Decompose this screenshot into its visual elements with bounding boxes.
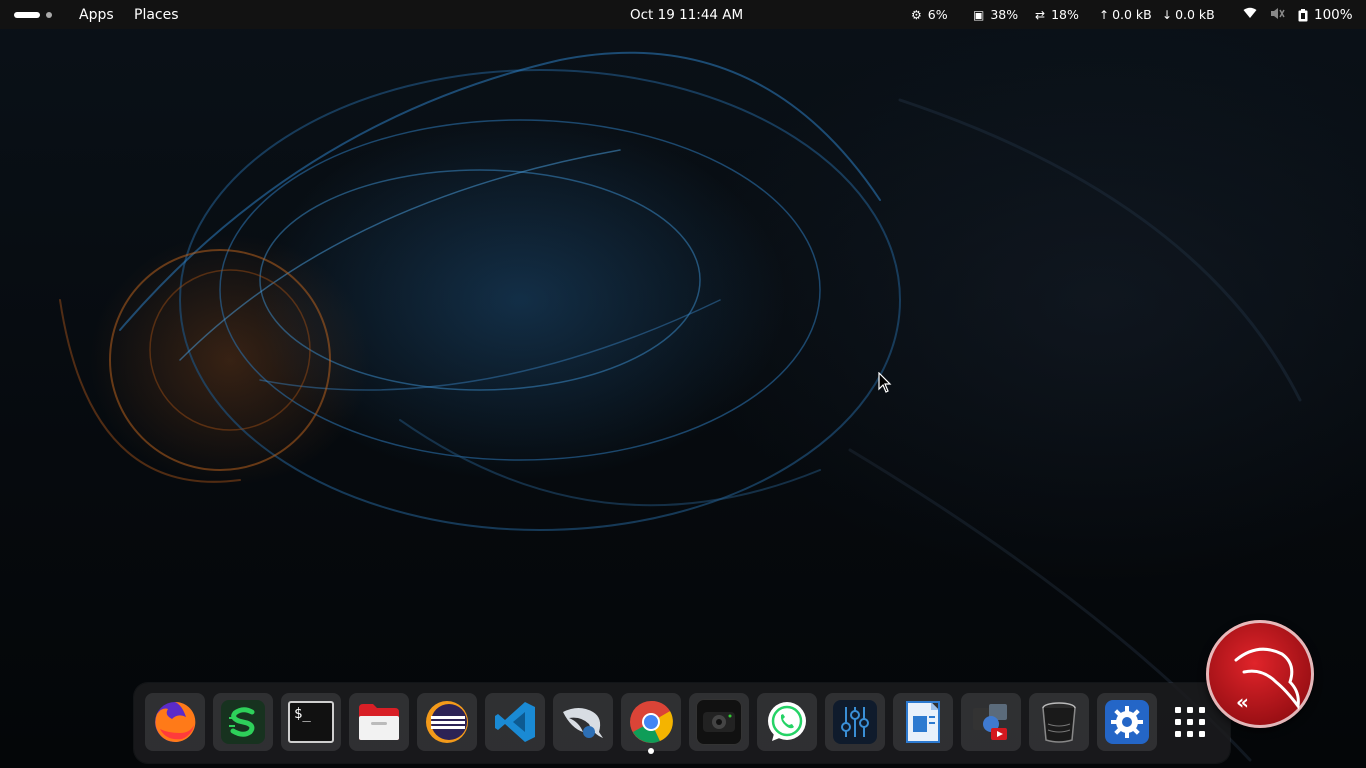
dock-item-vscode[interactable] (485, 693, 545, 751)
dock-item-firefox[interactable] (145, 693, 205, 751)
top-panel: Apps Places Oct 19 11:44 AM ⚙ 6% ▣ 38% ⇄… (0, 0, 1366, 29)
volume-indicator[interactable] (1270, 7, 1285, 20)
kali-dragon-icon (563, 708, 603, 738)
upload-arrow-icon: ↑ (1099, 7, 1110, 22)
vscode-icon (495, 702, 535, 742)
battery-indicator[interactable]: 100% (1298, 7, 1353, 23)
sliders-icon (833, 700, 877, 744)
battery-value: 100% (1314, 7, 1353, 23)
download-indicator[interactable]: ↓ 0.0 kB (1162, 7, 1215, 22)
dock-item-chrome[interactable] (621, 693, 681, 751)
battery-icon (1298, 8, 1308, 21)
wifi-indicator[interactable] (1243, 7, 1257, 19)
running-indicator-dot (648, 748, 654, 754)
volume-muted-icon (1271, 8, 1285, 19)
camera-icon (696, 699, 742, 745)
eclipse-icon (426, 701, 468, 743)
dock-item-writer[interactable] (893, 693, 953, 751)
trash-icon (1042, 702, 1076, 743)
apps-menu[interactable]: Apps (79, 7, 114, 23)
date-time-clock[interactable]: Oct 19 11:44 AM (630, 7, 743, 23)
dock-item-tweaks[interactable] (825, 693, 885, 751)
wifi-icon (1243, 7, 1257, 18)
collapse-chevron-icon: « (1236, 690, 1249, 714)
whatsapp-icon (768, 702, 806, 741)
swap-indicator[interactable]: ⇄ 18% (1035, 7, 1079, 22)
mouse-cursor-icon (878, 372, 892, 393)
memory-indicator[interactable]: ▣ 38% (973, 7, 1018, 22)
memory-icon: ▣ (973, 7, 985, 22)
cpu-indicator[interactable]: ⚙ 6% (911, 7, 948, 22)
kali-dragon-icon (1234, 647, 1300, 710)
dock-item-whatsapp[interactable] (757, 693, 817, 751)
dock-item-media-apps[interactable] (961, 693, 1021, 751)
places-menu[interactable]: Places (134, 7, 179, 23)
dock-item-files[interactable] (349, 693, 409, 751)
desktop-wallpaper (0, 0, 1366, 768)
kali-menu-badge[interactable]: « (1206, 620, 1314, 728)
dock-item-green-s-app[interactable] (213, 693, 273, 751)
document-writer-icon (906, 701, 940, 743)
terminal-icon: $_ (288, 701, 334, 743)
gear-icon (1105, 700, 1149, 744)
workspace-pill-active (14, 12, 40, 18)
swap-icon: ⇄ (1035, 7, 1046, 22)
chrome-icon (630, 700, 673, 743)
media-apps-icon (973, 704, 1007, 740)
download-arrow-icon: ↓ (1162, 7, 1173, 22)
dock-item-trash[interactable] (1029, 693, 1089, 751)
memory-value: 38% (990, 7, 1019, 22)
dock-item-camera[interactable] (689, 693, 749, 751)
green-s-app-icon (221, 700, 265, 744)
firefox-icon (155, 701, 196, 742)
download-value: 0.0 kB (1175, 7, 1215, 22)
upload-indicator[interactable]: ↑ 0.0 kB (1099, 7, 1152, 22)
dock-item-terminal[interactable]: $_ (281, 693, 341, 751)
app-grid-icon (1175, 707, 1205, 737)
file-manager-icon (359, 704, 399, 740)
dock-item-eclipse[interactable] (417, 693, 477, 751)
activities-indicator[interactable] (14, 10, 54, 20)
swap-value: 18% (1051, 7, 1079, 22)
upload-value: 0.0 kB (1112, 7, 1152, 22)
cpu-icon: ⚙ (911, 7, 922, 22)
cpu-value: 6% (927, 7, 948, 22)
dock-item-settings[interactable] (1097, 693, 1157, 751)
dock-item-kali-tools[interactable] (553, 693, 613, 751)
workspace-dot (46, 12, 52, 18)
